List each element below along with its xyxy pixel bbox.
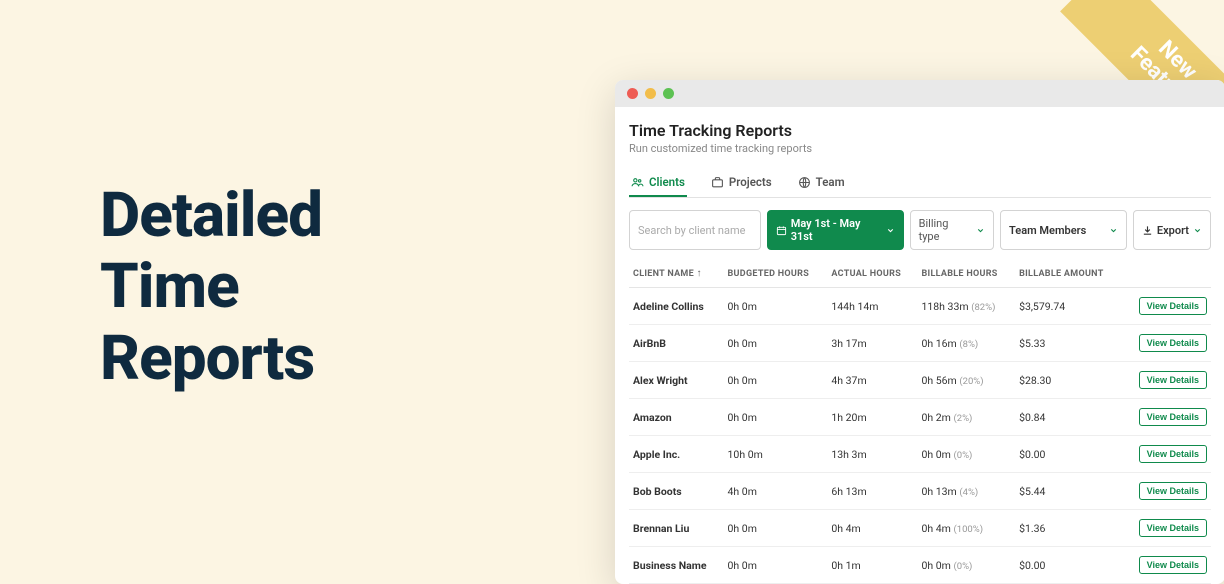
budgeted-cell: 0h 0m bbox=[724, 325, 828, 362]
export-button[interactable]: Export bbox=[1133, 210, 1211, 250]
actual-cell: 6h 13m bbox=[827, 473, 917, 510]
billable-cell: 0h 4m (100%) bbox=[917, 510, 1015, 547]
close-dot-icon[interactable] bbox=[627, 88, 638, 99]
search-placeholder: Search by client name bbox=[638, 224, 745, 237]
briefcase-icon bbox=[711, 176, 724, 189]
amount-cell: $0.00 bbox=[1015, 436, 1122, 473]
col-billable-hours[interactable]: BILLABLE HOURS bbox=[917, 260, 1015, 288]
budgeted-cell: 0h 0m bbox=[724, 362, 828, 399]
tab-clients[interactable]: Clients bbox=[629, 169, 687, 197]
client-name-cell[interactable]: Business Name bbox=[629, 547, 724, 584]
globe-icon bbox=[798, 176, 811, 189]
tab-team[interactable]: Team bbox=[796, 169, 847, 197]
billable-cell: 118h 33m (82%) bbox=[917, 288, 1015, 325]
hero-headline: Detailed Time Reports bbox=[100, 180, 322, 394]
client-name-cell[interactable]: Adeline Collins bbox=[629, 288, 724, 325]
actual-cell: 13h 3m bbox=[827, 436, 917, 473]
tab-projects[interactable]: Projects bbox=[709, 169, 774, 197]
col-billable-amount[interactable]: BILLABLE AMOUNT bbox=[1015, 260, 1122, 288]
page-title: Time Tracking Reports bbox=[629, 121, 1211, 140]
actual-cell: 3h 17m bbox=[827, 325, 917, 362]
billable-cell: 0h 2m (2%) bbox=[917, 399, 1015, 436]
calendar-icon bbox=[776, 225, 787, 236]
view-details-button[interactable]: View Details bbox=[1139, 297, 1207, 315]
search-input[interactable]: Search by client name bbox=[629, 210, 761, 250]
date-range-button[interactable]: May 1st - May 31st bbox=[767, 210, 904, 250]
tab-label: Clients bbox=[649, 175, 685, 189]
client-name-cell[interactable]: AirBnB bbox=[629, 325, 724, 362]
table-row: Business Name0h 0m0h 1m0h 0m (0%)$0.00 Vi… bbox=[629, 547, 1211, 584]
view-details-button[interactable]: View Details bbox=[1139, 334, 1207, 352]
billing-type-select[interactable]: Billing type bbox=[910, 210, 994, 250]
amount-cell: $5.33 bbox=[1015, 325, 1122, 362]
table-row: Apple Inc.10h 0m13h 3m0h 0m (0%)$0.00 Vie… bbox=[629, 436, 1211, 473]
actual-cell: 0h 1m bbox=[827, 547, 917, 584]
amount-cell: $28.30 bbox=[1015, 362, 1122, 399]
amount-cell: $0.00 bbox=[1015, 547, 1122, 584]
view-details-button[interactable]: View Details bbox=[1139, 482, 1207, 500]
budgeted-cell: 0h 0m bbox=[724, 288, 828, 325]
client-name-cell[interactable]: Amazon bbox=[629, 399, 724, 436]
billable-cell: 0h 0m (0%) bbox=[917, 436, 1015, 473]
col-client-name[interactable]: CLIENT NAME ↑ bbox=[629, 260, 724, 288]
billable-cell: 0h 16m (8%) bbox=[917, 325, 1015, 362]
table-row: Adeline Collins0h 0m144h 14m118h 33m (82… bbox=[629, 288, 1211, 325]
client-name-cell[interactable]: Brennan Liu bbox=[629, 510, 724, 547]
download-icon bbox=[1142, 225, 1153, 236]
minimize-dot-icon[interactable] bbox=[645, 88, 656, 99]
view-details-button[interactable]: View Details bbox=[1139, 445, 1207, 463]
budgeted-cell: 10h 0m bbox=[724, 436, 828, 473]
table-row: Bob Boots4h 0m6h 13m0h 13m (4%)$5.44 View… bbox=[629, 473, 1211, 510]
page-subtitle: Run customized time tracking reports bbox=[629, 142, 1211, 155]
sort-asc-icon: ↑ bbox=[697, 268, 702, 279]
view-details-button[interactable]: View Details bbox=[1139, 408, 1207, 426]
amount-cell: $3,579.74 bbox=[1015, 288, 1122, 325]
actual-cell: 0h 4m bbox=[827, 510, 917, 547]
chevron-down-icon bbox=[976, 226, 985, 235]
col-actual-hours[interactable]: ACTUAL HOURS bbox=[827, 260, 917, 288]
app-window: Time Tracking Reports Run customized tim… bbox=[615, 80, 1224, 584]
client-name-cell[interactable]: Apple Inc. bbox=[629, 436, 724, 473]
chevron-down-icon bbox=[1193, 226, 1202, 235]
chevron-down-icon bbox=[886, 226, 895, 235]
budgeted-cell: 0h 0m bbox=[724, 547, 828, 584]
tab-label: Projects bbox=[729, 175, 772, 189]
amount-cell: $1.36 bbox=[1015, 510, 1122, 547]
billable-cell: 0h 56m (20%) bbox=[917, 362, 1015, 399]
report-table: CLIENT NAME ↑ BUDGETED HOURS ACTUAL HOUR… bbox=[629, 260, 1211, 584]
table-row: Brennan Liu0h 0m0h 4m0h 4m (100%)$1.36 Vi… bbox=[629, 510, 1211, 547]
table-row: Alex Wright0h 0m4h 37m0h 56m (20%)$28.30… bbox=[629, 362, 1211, 399]
view-details-button[interactable]: View Details bbox=[1139, 519, 1207, 537]
budgeted-cell: 0h 0m bbox=[724, 510, 828, 547]
amount-cell: $5.44 bbox=[1015, 473, 1122, 510]
export-label: Export bbox=[1157, 224, 1189, 237]
tab-label: Team bbox=[816, 175, 845, 189]
actual-cell: 4h 37m bbox=[827, 362, 917, 399]
people-icon bbox=[631, 176, 644, 189]
budgeted-cell: 0h 0m bbox=[724, 399, 828, 436]
tabs: Clients Projects Team bbox=[629, 169, 1211, 198]
billing-label: Billing type bbox=[919, 217, 970, 243]
view-details-button[interactable]: View Details bbox=[1139, 371, 1207, 389]
budgeted-cell: 4h 0m bbox=[724, 473, 828, 510]
table-row: AirBnB0h 0m3h 17m0h 16m (8%)$5.33 View De… bbox=[629, 325, 1211, 362]
team-label: Team Members bbox=[1009, 224, 1086, 237]
maximize-dot-icon[interactable] bbox=[663, 88, 674, 99]
chevron-down-icon bbox=[1109, 226, 1118, 235]
window-titlebar bbox=[615, 80, 1224, 107]
billable-cell: 0h 0m (0%) bbox=[917, 547, 1015, 584]
view-details-button[interactable]: View Details bbox=[1139, 556, 1207, 574]
billable-cell: 0h 13m (4%) bbox=[917, 473, 1015, 510]
actual-cell: 1h 20m bbox=[827, 399, 917, 436]
actual-cell: 144h 14m bbox=[827, 288, 917, 325]
team-members-select[interactable]: Team Members bbox=[1000, 210, 1127, 250]
date-range-label: May 1st - May 31st bbox=[791, 217, 882, 243]
amount-cell: $0.84 bbox=[1015, 399, 1122, 436]
client-name-cell[interactable]: Alex Wright bbox=[629, 362, 724, 399]
col-budgeted-hours[interactable]: BUDGETED HOURS bbox=[724, 260, 828, 288]
client-name-cell[interactable]: Bob Boots bbox=[629, 473, 724, 510]
table-row: Amazon0h 0m1h 20m0h 2m (2%)$0.84 View Det… bbox=[629, 399, 1211, 436]
filters-bar: Search by client name May 1st - May 31st… bbox=[629, 210, 1211, 250]
